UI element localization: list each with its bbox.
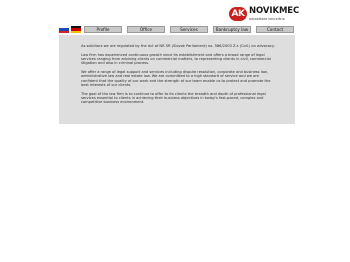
- paragraph-goal: The goal of the law firm is to continue …: [81, 91, 266, 105]
- page: AK NOVIKMEC advokátska kancelária Profil…: [0, 0, 350, 262]
- nav-bankruptcy-law[interactable]: Bankruptcy law: [213, 26, 251, 33]
- nav-contact[interactable]: Contact: [256, 26, 294, 33]
- paragraph-services: We offer a range of legal support and se…: [81, 70, 271, 88]
- german-flag-icon[interactable]: [71, 26, 81, 33]
- logo[interactable]: AK NOVIKMEC advokátska kancelária: [229, 7, 299, 23]
- nav-profile[interactable]: Profile: [84, 26, 122, 33]
- main-nav: Profile Office Services Bankruptcy law C…: [84, 26, 295, 34]
- paragraph-regulation: As solicitors we are regulated by the Ac…: [81, 44, 275, 48]
- slovak-flag-icon[interactable]: [59, 26, 69, 33]
- paragraph-growth: Law firm has experienced continuous grow…: [81, 52, 271, 66]
- logo-name: NOVIKMEC: [249, 6, 300, 16]
- nav-services[interactable]: Services: [170, 26, 208, 33]
- content-panel: As solicitors we are regulated by the Ac…: [59, 35, 295, 124]
- logo-mark: AK: [229, 7, 247, 21]
- logo-tagline: advokátska kancelária: [249, 17, 285, 21]
- nav-office[interactable]: Office: [127, 26, 165, 33]
